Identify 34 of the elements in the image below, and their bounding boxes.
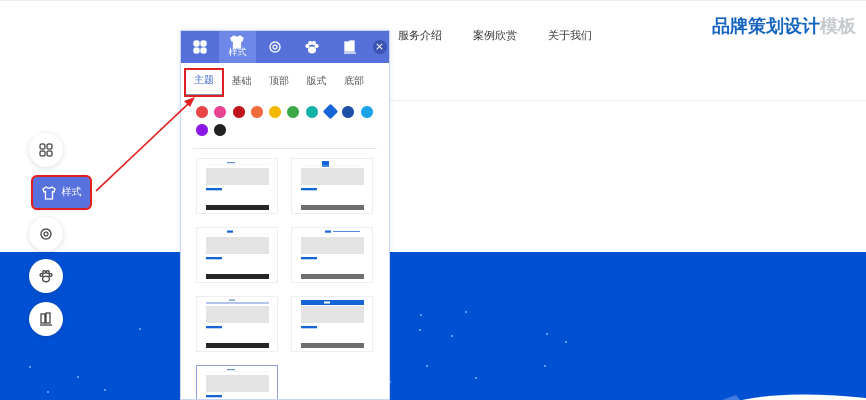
paw-icon (305, 40, 320, 54)
nav-link-item[interactable]: 关于我们 (548, 28, 592, 44)
color-swatch[interactable] (196, 106, 208, 118)
shirt-icon (230, 35, 244, 50)
subtab[interactable]: 基础 (222, 69, 260, 96)
settings-icon (268, 40, 282, 54)
subtab[interactable]: 主题 (185, 69, 222, 96)
color-swatch[interactable] (269, 106, 282, 118)
color-swatch[interactable] (214, 124, 226, 136)
books-icon (39, 312, 53, 326)
shirt-icon (42, 186, 56, 200)
color-swatch[interactable] (287, 106, 300, 118)
subtab[interactable]: 底部 (335, 69, 372, 96)
color-swatch[interactable] (214, 106, 226, 118)
color-swatch[interactable] (342, 106, 354, 118)
color-swatch[interactable] (196, 124, 208, 136)
books-icon (342, 40, 357, 54)
site-logo[interactable]: 品牌策划设计模板 (712, 13, 856, 40)
color-swatch[interactable] (250, 106, 263, 118)
side-button[interactable] (29, 133, 63, 167)
side-button[interactable]: 样式 (33, 177, 90, 208)
subtab[interactable]: 顶部 (260, 69, 298, 96)
color-swatch[interactable] (360, 106, 373, 118)
nav-link-item[interactable]: 服务介绍 (398, 28, 442, 44)
grid-icon (39, 143, 53, 157)
grid-icon (192, 40, 207, 54)
settings-button[interactable] (29, 217, 63, 251)
color-swatch[interactable] (306, 106, 318, 118)
nav-link-item[interactable]: 案例欣赏 (473, 28, 517, 44)
subtab[interactable]: 版式 (298, 69, 335, 96)
settings-icon (39, 227, 53, 241)
color-swatch[interactable] (232, 106, 245, 118)
close-button[interactable]: × (372, 40, 386, 54)
paw-icon (39, 269, 53, 283)
